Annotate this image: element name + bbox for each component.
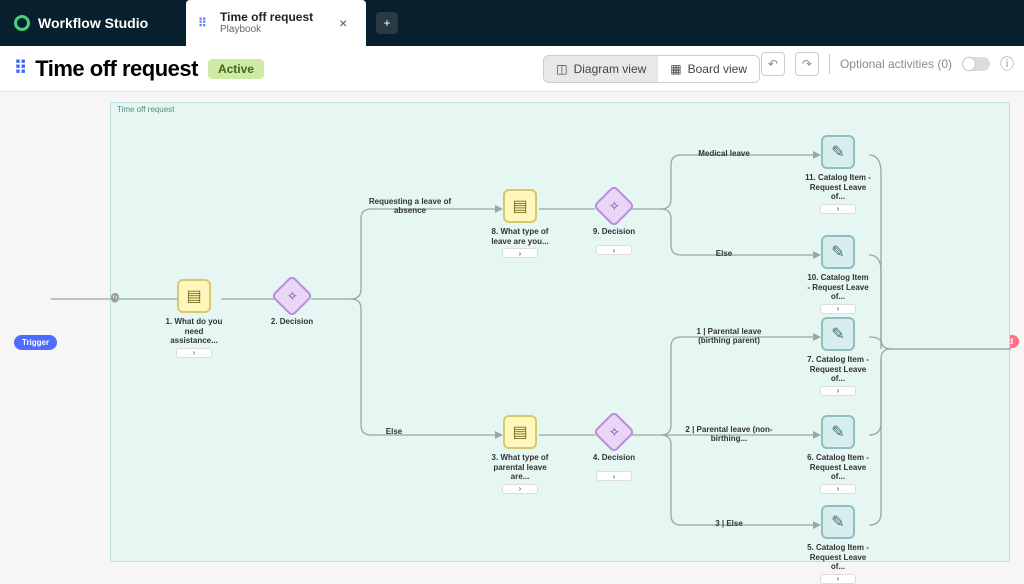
node-9-decision[interactable]: ✧ 9. Decision › <box>581 191 647 255</box>
new-tab-button[interactable]: + <box>376 12 398 34</box>
expand-indicator[interactable]: › <box>502 248 538 258</box>
board-icon: ▦ <box>670 62 681 76</box>
status-badge: Active <box>208 59 264 79</box>
edit-icon: ✎ <box>831 142 844 162</box>
node-1-question[interactable]: ▤ 1. What do you need assistance... › <box>161 279 227 358</box>
edit-icon: ✎ <box>831 422 844 442</box>
brand-name: Workflow Studio <box>38 15 148 31</box>
view-diagram-button[interactable]: ◫ Diagram view <box>544 56 658 82</box>
edit-icon: ✎ <box>831 512 844 532</box>
canvas-area[interactable]: Trigger End Time off request <box>0 92 1024 562</box>
diagram-icon: ◫ <box>556 62 567 76</box>
info-icon[interactable]: ⓘ <box>1000 54 1014 74</box>
node-8-question[interactable]: ▤ 8. What type of leave are you... › <box>487 189 553 258</box>
start-junction <box>111 293 119 301</box>
optional-activities-toggle[interactable] <box>962 57 990 71</box>
node-4-decision[interactable]: ✧ 4. Decision › <box>581 417 647 481</box>
canvas[interactable]: Time off request <box>110 102 1010 562</box>
node-3-question[interactable]: ▤ 3. What type of parental leave are... … <box>487 415 553 494</box>
topbar: Workflow Studio ⠿ Time off request Playb… <box>0 0 1024 46</box>
trigger-node[interactable]: Trigger <box>14 335 57 350</box>
split-icon: ✧ <box>609 424 620 440</box>
branch-parental-3: 3 | Else <box>684 519 774 528</box>
node-7-catalog[interactable]: ✎ 7. Catalog Item - Request Leave of... … <box>805 317 871 396</box>
close-tab-icon[interactable]: × <box>339 15 347 31</box>
view-switch: ◫ Diagram view ▦ Board view <box>543 55 760 83</box>
branch-else-top: Else <box>369 427 419 436</box>
form-icon: ▤ <box>512 422 527 442</box>
tab-title: Time off request <box>220 11 313 23</box>
connectors <box>111 103 1011 563</box>
form-icon: ▤ <box>186 286 201 306</box>
tab-active[interactable]: ⠿ Time off request Playbook × <box>186 0 366 46</box>
split-icon: ✧ <box>287 288 298 304</box>
expand-indicator[interactable]: › <box>820 574 856 584</box>
edit-icon: ✎ <box>831 242 844 262</box>
expand-indicator[interactable]: › <box>820 304 856 314</box>
expand-indicator[interactable]: › <box>820 386 856 396</box>
redo-button[interactable]: ↷ <box>795 52 819 76</box>
split-icon: ✧ <box>609 198 620 214</box>
node-2-decision[interactable]: ✧ 2. Decision <box>259 281 325 333</box>
node-11-catalog[interactable]: ✎ 11. Catalog Item - Request Leave of...… <box>805 135 871 214</box>
expand-indicator[interactable]: › <box>596 471 632 481</box>
expand-indicator[interactable]: › <box>502 484 538 494</box>
header-tools: ↶ ↷ Optional activities (0) ⓘ <box>761 52 1014 76</box>
expand-indicator[interactable]: › <box>820 484 856 494</box>
form-icon: ▤ <box>512 196 527 216</box>
brand-logo-icon <box>14 15 30 31</box>
flow-icon: ⠿ <box>14 58 25 79</box>
tab-subtitle: Playbook <box>220 25 313 35</box>
brand: Workflow Studio <box>14 15 174 31</box>
undo-button[interactable]: ↶ <box>761 52 785 76</box>
branch-requesting: Requesting a leave of absence <box>365 197 455 215</box>
node-10-catalog[interactable]: ✎ 10. Catalog Item - Request Leave of...… <box>805 235 871 314</box>
node-5-catalog[interactable]: ✎ 5. Catalog Item - Request Leave of... … <box>805 505 871 584</box>
optional-activities-label: Optional activities (0) <box>840 57 952 71</box>
node-6-catalog[interactable]: ✎ 6. Catalog Item - Request Leave of... … <box>805 415 871 494</box>
branch-medical: Medical leave <box>684 149 764 158</box>
branch-parental-2: 2 | Parental leave (non-birthing... <box>684 425 774 443</box>
expand-indicator[interactable]: › <box>176 348 212 358</box>
branch-parental-1: 1 | Parental leave (birthing parent) <box>684 327 774 345</box>
playbook-icon: ⠿ <box>198 16 212 30</box>
expand-indicator[interactable]: › <box>820 204 856 214</box>
view-board-button[interactable]: ▦ Board view <box>658 56 759 82</box>
edit-icon: ✎ <box>831 324 844 344</box>
page-title: Time off request <box>35 56 198 82</box>
branch-else-medical: Else <box>684 249 764 258</box>
expand-indicator[interactable]: › <box>596 245 632 255</box>
